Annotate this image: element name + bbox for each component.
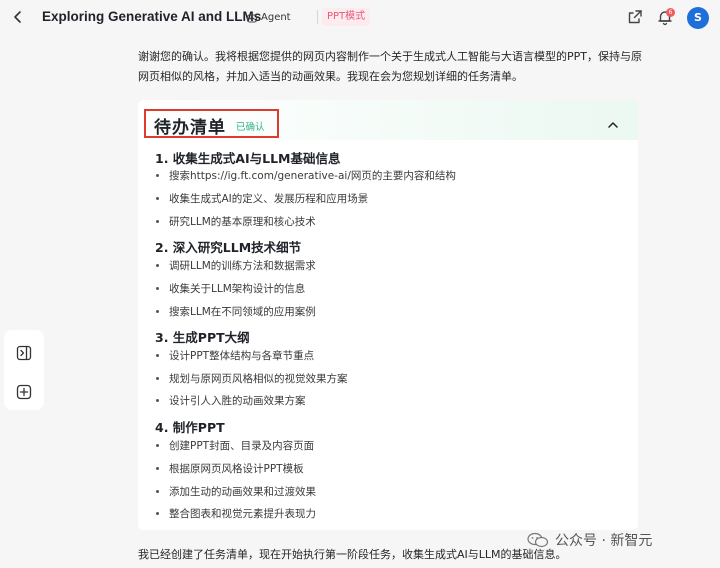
todo-task: 设计PPT整体结构与各章节重点: [156, 348, 314, 363]
back-button[interactable]: [9, 8, 27, 26]
chevron-left-icon: [14, 11, 21, 23]
panel-expand-icon: [16, 345, 32, 361]
ppt-mode-badge[interactable]: PPT模式: [322, 8, 371, 26]
todo-section-title: 2. 深入研究LLM技术细节: [155, 240, 302, 255]
robot-icon: [246, 12, 258, 23]
agent-label: Agent: [261, 12, 291, 23]
todo-task: 收集关于LLM架构设计的信息: [156, 281, 305, 296]
agent-badge: Agent: [246, 9, 291, 26]
notification-count-badge: 6: [666, 8, 675, 17]
wechat-logo-icon: [527, 532, 549, 548]
page-title: Exploring Generative AI and LLMs: [42, 9, 262, 24]
todo-section-title: 3. 生成PPT大纲: [155, 330, 250, 345]
todo-task: 规划与原网页风格相似的视觉效果方案: [156, 371, 348, 386]
chip-divider: [317, 10, 318, 24]
plus-square-icon: [16, 384, 32, 400]
page: Exploring Generative AI and LLMs Agent P…: [0, 0, 720, 568]
todo-task: 设计引人入胜的动画效果方案: [156, 393, 306, 408]
todo-task: 收集生成式AI的定义、发展历程和应用场景: [156, 191, 368, 206]
todo-card: 待办清单 已确认 1. 收集生成式AI与LLM基础信息 搜索https://ig…: [138, 100, 638, 530]
user-avatar[interactable]: S: [687, 7, 709, 29]
new-chat-button[interactable]: [16, 384, 32, 400]
chevron-up-icon: [608, 122, 618, 128]
expand-panel-button[interactable]: [16, 345, 32, 361]
todo-task: 搜索https://ig.ft.com/generative-ai/网页的主要内…: [156, 168, 456, 183]
todo-task: 调研LLM的训练方法和数据需求: [156, 258, 316, 273]
todo-task: 研究LLM的基本原理和核心技术: [156, 214, 316, 229]
todo-status-badge: 已确认: [236, 122, 265, 133]
todo-section-title: 1. 收集生成式AI与LLM基础信息: [155, 151, 341, 166]
todo-task: 添加生动的动画效果和过渡效果: [156, 484, 316, 499]
todo-title: 待办清单: [154, 118, 226, 138]
top-bar: Exploring Generative AI and LLMs Agent P…: [0, 0, 720, 36]
external-link-icon: [628, 10, 642, 24]
todo-task: 根据原网页风格设计PPT模板: [156, 461, 304, 476]
side-toolbar: [4, 330, 44, 410]
watermark-text: 公众号 · 新智元: [555, 533, 653, 549]
share-button[interactable]: [626, 8, 644, 26]
watermark: 公众号 · 新智元: [527, 530, 652, 550]
todo-task: 创建PPT封面、目录及内容页面: [156, 438, 314, 453]
todo-task: 整合图表和视觉元素提升表现力: [156, 506, 316, 521]
todo-section-title: 4. 制作PPT: [155, 420, 225, 435]
collapse-button[interactable]: [606, 117, 620, 131]
assistant-intro-message: 谢谢您的确认。我将根据您提供的网页内容制作一个关于生成式人工智能与大语言模型的P…: [138, 50, 642, 83]
todo-task: 搜索LLM在不同领域的应用案例: [156, 304, 316, 319]
